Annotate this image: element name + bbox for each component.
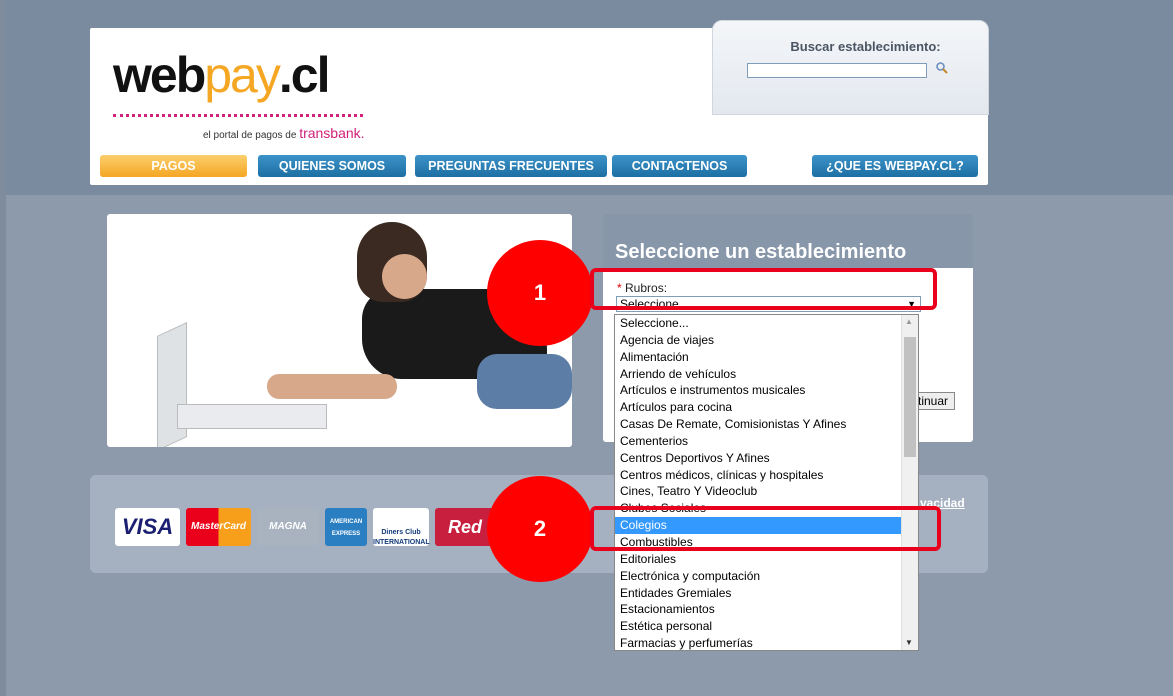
- dropdown-option[interactable]: Alimentación: [615, 349, 903, 366]
- search-panel: Buscar establecimiento:: [712, 20, 989, 115]
- dropdown-option[interactable]: Estacionamientos: [615, 601, 903, 618]
- scroll-down-icon[interactable]: ▼: [905, 638, 913, 647]
- amex-logo: AMERICAN EXPRESS: [325, 508, 367, 546]
- transbank-brand: transbank.: [299, 125, 365, 141]
- mastercard-logo: MasterCard: [186, 508, 251, 546]
- dropdown-option[interactable]: Editoriales: [615, 551, 903, 568]
- nav-quienes-somos[interactable]: QUIENES SOMOS: [258, 155, 406, 177]
- callout-1: 1: [487, 240, 593, 346]
- tagline-text: el portal de pagos de: [203, 130, 300, 141]
- logo-pay: pay: [204, 47, 281, 103]
- nav-que-es-webpay[interactable]: ¿QUE ES WEBPAY.CL?: [812, 155, 978, 177]
- dropdown-option[interactable]: Farmacias y perfumerías: [615, 635, 903, 650]
- logo-dots: [113, 114, 363, 118]
- photo-person-arm: [267, 374, 397, 399]
- dropdown-scrollbar[interactable]: ▲ ▼: [901, 315, 918, 650]
- dropdown-option[interactable]: Electrónica y computación: [615, 568, 903, 585]
- dropdown-option[interactable]: Estética personal: [615, 618, 903, 635]
- logo-cl: .cl: [278, 47, 331, 103]
- nav-pagos[interactable]: PAGOS: [100, 155, 247, 177]
- dropdown-option[interactable]: Arriendo de vehículos: [615, 366, 903, 383]
- callout-2-box: [590, 506, 941, 551]
- continue-button[interactable]: tinuar: [917, 392, 955, 410]
- callout-2: 2: [487, 476, 593, 582]
- rubros-dropdown-list[interactable]: Seleccione... Agencia de viajes Alimentaci…: [614, 314, 919, 651]
- logo-web: web: [113, 47, 206, 103]
- dropdown-option[interactable]: Centros médicos, clínicas y hospitales: [615, 467, 903, 484]
- dropdown-option[interactable]: Artículos para cocina: [615, 399, 903, 416]
- search-input[interactable]: [747, 63, 927, 78]
- dropdown-option[interactable]: Seleccione...: [615, 315, 903, 332]
- diners-club-logo: Diners Club INTERNATIONAL: [373, 508, 430, 546]
- dropdown-options: Seleccione... Agencia de viajes Alimentaci…: [615, 315, 903, 650]
- scroll-up-icon[interactable]: ▲: [905, 317, 913, 326]
- photo-person-jeans: [477, 354, 572, 409]
- visa-logo: VISA: [115, 508, 180, 546]
- dropdown-option[interactable]: Artículos e instrumentos musicales: [615, 382, 903, 399]
- callout-1-box: [590, 268, 937, 310]
- webpay-logo[interactable]: webpay.cl: [113, 47, 331, 103]
- nav-preguntas-frecuentes[interactable]: PREGUNTAS FRECUENTES: [415, 155, 607, 177]
- magna-logo: MAGNA: [257, 508, 319, 546]
- dropdown-option[interactable]: Agencia de viajes: [615, 332, 903, 349]
- nav-contactenos[interactable]: CONTACTENOS: [612, 155, 747, 177]
- search-label: Buscar establecimiento:: [790, 39, 941, 54]
- dropdown-option[interactable]: Cementerios: [615, 433, 903, 450]
- dropdown-option[interactable]: Casas De Remate, Comisionistas Y Afines: [615, 416, 903, 433]
- scrollbar-thumb[interactable]: [904, 337, 916, 457]
- redcompra-logo: Red: [435, 508, 495, 546]
- dropdown-option[interactable]: Entidades Gremiales: [615, 585, 903, 602]
- dropdown-option[interactable]: Centros Deportivos Y Afines: [615, 450, 903, 467]
- dropdown-option[interactable]: Cines, Teatro Y Videoclub: [615, 483, 903, 500]
- tagline: el portal de pagos de transbank.: [203, 125, 365, 141]
- select-panel-title: Seleccione un establecimiento: [615, 241, 907, 263]
- photo-person-face: [382, 254, 427, 299]
- select-panel-header: Seleccione un establecimiento: [603, 214, 973, 268]
- laptop-base: [177, 404, 327, 429]
- search-icon[interactable]: [935, 61, 949, 75]
